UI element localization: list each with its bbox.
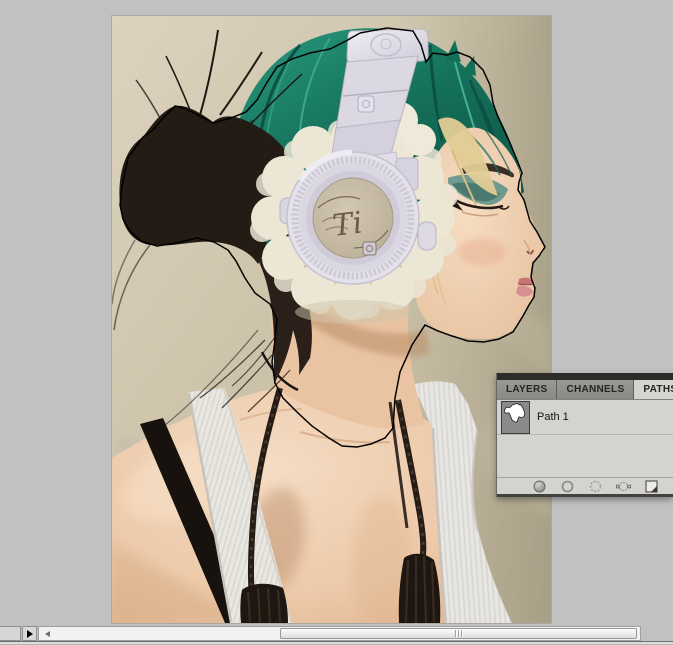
svg-text:Ti: Ti (331, 206, 365, 244)
document-canvas[interactable]: Ti (112, 16, 551, 623)
path-thumbnail (501, 401, 530, 434)
fill-path-icon[interactable] (532, 479, 547, 494)
horizontal-scrollbar-thumb[interactable] (280, 628, 637, 639)
panel-button-bar (497, 477, 673, 497)
right-triangle-icon (27, 630, 33, 638)
status-box[interactable] (0, 626, 21, 641)
window-bottom-edge (0, 641, 673, 645)
path-list-empty-area[interactable] (497, 435, 673, 477)
thumb-grip-icon (461, 630, 462, 637)
panel-tab-bar: LAYERS CHANNELS PATHS (497, 380, 673, 400)
path-item-label: Path 1 (537, 411, 569, 423)
thumb-grip-icon (458, 630, 459, 637)
tab-layers[interactable]: LAYERS (497, 380, 557, 399)
make-work-path-icon[interactable] (616, 479, 631, 494)
path-silhouette-icon (502, 402, 527, 431)
tab-paths[interactable]: PATHS (634, 380, 673, 399)
paths-panel-content: Path 1 (497, 400, 673, 497)
horizontal-scrollbar-track[interactable] (38, 626, 641, 641)
tab-channels[interactable]: CHANNELS (557, 380, 634, 399)
thumb-grip-icon (455, 630, 456, 637)
stroke-path-icon[interactable] (560, 479, 575, 494)
load-path-as-selection-icon[interactable] (588, 479, 603, 494)
new-path-icon[interactable] (644, 479, 659, 494)
panel-drag-bar[interactable] (497, 373, 673, 380)
scroll-left-arrow-icon[interactable] (45, 631, 50, 637)
photo-image: Ti (112, 16, 551, 623)
status-menu-button[interactable] (22, 626, 37, 641)
horizontal-scroll-area (0, 626, 673, 641)
paths-panel: LAYERS CHANNELS PATHS Path 1 (496, 373, 673, 497)
path-list-item[interactable]: Path 1 (497, 400, 673, 435)
photoshop-workspace: { "panel": { "tabs": [ {"label": "LAYERS… (0, 0, 673, 645)
